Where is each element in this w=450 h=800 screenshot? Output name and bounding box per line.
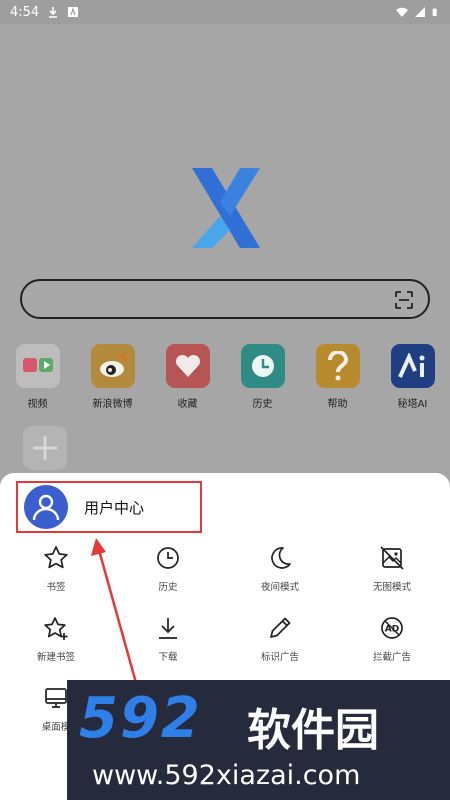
add-shortcut-button[interactable]	[23, 426, 67, 470]
shortcut-history[interactable]: 历史	[225, 344, 300, 410]
download-icon	[159, 618, 177, 639]
watermark-url: www.592xiazai.com	[92, 760, 361, 791]
status-bar: 4:54	[0, 0, 450, 24]
heart-icon	[165, 344, 210, 388]
watermark-592-logo: 592 软件园 www.592xiazai.com	[67, 680, 450, 800]
wifi-icon	[396, 7, 408, 17]
menu-item-night-mode[interactable]: 夜间模式	[224, 545, 336, 593]
app-notification-icon	[68, 7, 79, 17]
shortcut-favorites[interactable]: 收藏	[150, 344, 225, 410]
menu-item-downloads[interactable]: 下载	[112, 615, 224, 663]
desktop-icon	[45, 688, 67, 708]
star-icon	[44, 546, 68, 569]
pencil-icon	[270, 617, 291, 638]
search-input[interactable]	[20, 279, 430, 319]
menu-item-block-ads[interactable]: AD 拦截广告	[336, 615, 448, 663]
question-icon	[315, 344, 360, 388]
metaso-icon	[390, 344, 435, 388]
no-image-icon	[380, 546, 404, 570]
signal-icon	[415, 7, 425, 17]
ad-block-icon: AD	[381, 617, 403, 639]
clock-icon	[240, 344, 285, 388]
user-center-button[interactable]: 用户中心	[16, 481, 202, 533]
menu-item-mark-ads[interactable]: 标识广告	[224, 615, 336, 663]
battery-icon	[432, 8, 437, 16]
clock-icon	[157, 547, 179, 569]
shortcut-row: 视频 新浪微博 收藏 历史 帮助 秘塔AI	[0, 344, 450, 410]
user-center-label: 用户中心	[84, 498, 145, 517]
scan-icon[interactable]	[394, 290, 414, 310]
shortcut-video[interactable]: 视频	[0, 344, 75, 410]
xbrowser-logo	[192, 168, 260, 248]
user-icon	[32, 494, 60, 521]
star-plus-icon	[44, 617, 68, 640]
watermark-brand: 592	[79, 686, 202, 751]
shortcut-metaso-ai[interactable]: 秘塔AI	[375, 344, 450, 410]
menu-item-bookmarks[interactable]: 书签	[0, 545, 112, 593]
status-time: 4:54	[10, 4, 40, 20]
video-folder-icon	[15, 344, 60, 388]
plus-icon	[33, 436, 57, 460]
menu-item-no-image-mode[interactable]: 无图模式	[336, 545, 448, 593]
menu-item-history[interactable]: 历史	[112, 545, 224, 593]
watermark-name: 软件园	[247, 705, 379, 756]
shortcut-weibo[interactable]: 新浪微博	[75, 344, 150, 410]
shortcut-help[interactable]: 帮助	[300, 344, 375, 410]
moon-icon	[271, 547, 291, 569]
menu-item-new-bookmark[interactable]: 新建书签	[0, 615, 112, 663]
avatar	[24, 485, 68, 529]
download-status-icon	[49, 7, 58, 18]
weibo-icon	[90, 344, 135, 388]
